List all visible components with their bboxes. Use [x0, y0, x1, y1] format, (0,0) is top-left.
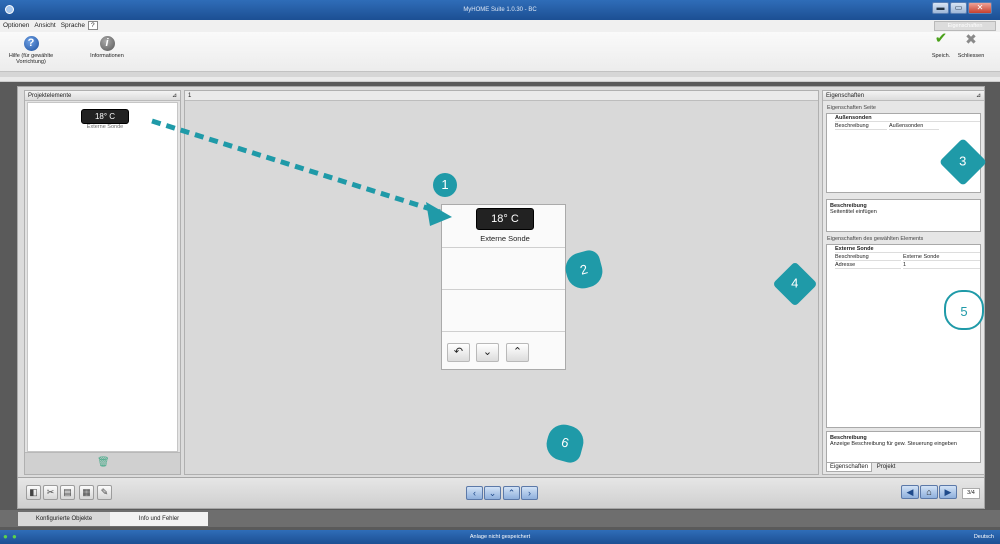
help-icon: ? — [23, 36, 39, 51]
properties-tabs: Eigenschaften Projekt — [826, 462, 899, 472]
page-props-key: Beschreibung — [835, 123, 887, 130]
description-box-element: Beschreibung Anzeige Beschreibung für ge… — [826, 431, 981, 463]
next-page-button[interactable]: › — [521, 486, 538, 500]
status-bar: ● ● Anlage nicht gespeichert Deutsch — [0, 530, 1000, 544]
status-message: Anlage nicht gespeichert — [469, 534, 531, 540]
down-nav-button[interactable]: ⌄ — [484, 486, 501, 500]
panel-title: Projektelemente — [28, 93, 72, 99]
element-externe-sonde[interactable]: 18° C Externe Sonde — [81, 109, 129, 130]
save-label: Speich. — [931, 53, 951, 59]
info-button[interactable]: i Informationen — [84, 36, 130, 59]
project-elements-panel: Projektelemente ⊿ 18° C Externe Sonde 🗑 — [24, 90, 181, 475]
cut-icon[interactable]: ✂ — [43, 485, 58, 500]
step-marker-5: 5 — [944, 290, 984, 330]
forward-arrow-icon[interactable]: ▶ — [939, 485, 957, 499]
tab-konfigurierte-objekte[interactable]: Konfigurierte Objekte — [18, 512, 110, 526]
prev-page-button[interactable]: ‹ — [466, 486, 483, 500]
close-button[interactable]: ✖ Schliessen — [954, 31, 988, 59]
step-marker-4-number: 4 — [791, 275, 799, 291]
device-divider — [442, 247, 565, 248]
tab-projekt[interactable]: Projekt — [874, 463, 899, 471]
copy-icon[interactable]: ◧ — [26, 485, 41, 500]
elem-props-value[interactable]: 1 — [903, 262, 980, 269]
help-button[interactable]: ? Hilfe (für gewählte Vorrichtung) — [2, 36, 60, 65]
page-props-group: Außensonden — [835, 115, 980, 122]
device-divider — [442, 331, 565, 332]
maximize-button[interactable]: ▭ — [950, 2, 967, 14]
menu-optionen[interactable]: Optionen — [0, 20, 31, 29]
sensor-label: Externe Sonde — [86, 124, 124, 130]
desc-text: Anzeige Beschreibung für gew. Steuerung … — [830, 441, 957, 447]
pin-icon[interactable]: ⊿ — [976, 92, 981, 99]
tab-eigenschaften[interactable]: Eigenschaften — [826, 462, 873, 472]
down-button[interactable]: ⌄ — [476, 343, 499, 362]
title-bar: MyHOME Suite 1.0.30 - BC ▬ ▭ ✕ — [0, 0, 1000, 20]
menu-sprache[interactable]: Sprache — [58, 20, 87, 29]
elem-props-group: Externe Sonde — [835, 246, 980, 253]
lower-tabs: Konfigurierte Objekte Info und Fehler — [0, 510, 1000, 527]
elem-props-key: Beschreibung — [835, 254, 901, 261]
paste-icon[interactable]: ▤ — [60, 485, 75, 500]
help-label: Hilfe (für gewählte Vorrichtung) — [8, 53, 54, 65]
up-nav-button[interactable]: ⌃ — [503, 486, 520, 500]
device-sensor[interactable]: 18° C Externe Sonde — [476, 208, 534, 243]
page-props-heading: Eigenschaften Seite — [827, 105, 876, 111]
close-label: Schliessen — [957, 53, 985, 59]
elem-props-value[interactable]: Externe Sonde — [903, 254, 980, 261]
menu-bar: Optionen Ansicht Sprache? Eigenschaften — [0, 20, 1000, 32]
element-list: 18° C Externe Sonde — [27, 102, 178, 452]
elem-props-grid: Externe Sonde Beschreibung Externe Sonde… — [826, 244, 981, 428]
window-title: MyHOME Suite 1.0.30 - BC — [463, 7, 537, 13]
desc-text: Seitentitel einfügen — [830, 209, 877, 215]
panel-header: Projektelemente ⊿ — [25, 91, 180, 101]
ribbon-footer — [0, 71, 1000, 77]
edit-icon[interactable]: ✎ — [97, 485, 112, 500]
minimize-button[interactable]: ▬ — [932, 2, 949, 14]
step-marker-1: 1 — [433, 173, 457, 197]
device-sensor-value: 18° C — [476, 208, 534, 230]
save-button[interactable]: ✔ Speich. — [928, 30, 954, 59]
panel-header: Eigenschaften ⊿ — [823, 91, 984, 101]
elem-props-heading: Eigenschaften des gewählten Elements — [827, 236, 924, 242]
elem-props-key: Adresse — [835, 262, 901, 269]
close-window-button[interactable]: ✕ — [968, 2, 992, 14]
trash-area[interactable]: 🗑 — [25, 452, 180, 474]
info-label: Informationen — [90, 53, 124, 59]
save-icon: ✔ — [934, 30, 948, 47]
menu-help[interactable]: ? — [87, 21, 98, 30]
trash-icon[interactable]: 🗑 — [97, 457, 110, 468]
page-indicator: 3/4 — [962, 488, 980, 499]
up-button[interactable]: ⌃ — [506, 343, 529, 362]
close-icon: ✖ — [965, 31, 977, 47]
page-number: 1 — [185, 91, 818, 101]
device-divider — [442, 289, 565, 290]
pin-icon[interactable]: ⊿ — [172, 92, 177, 99]
description-box-page: Beschreibung Seitentitel einfügen — [826, 199, 981, 232]
sensor-value: 18° C — [81, 109, 129, 124]
properties-title: Eigenschaften — [826, 93, 865, 99]
back-button[interactable]: ↶ — [447, 343, 470, 362]
home-icon[interactable]: ⌂ — [920, 485, 938, 499]
bottom-toolbar: ◧ ✂ ▤ ▦ ✎ ‹ ⌄ ⌃ › ◀ ⌂ ▶ 3/4 — [17, 477, 985, 509]
language-indicator: Deutsch — [973, 534, 994, 540]
info-icon: i — [99, 36, 115, 51]
tab-info-und-fehler[interactable]: Info und Fehler — [110, 512, 208, 526]
step-marker-3-number: 3 — [959, 153, 967, 169]
back-arrow-icon[interactable]: ◀ — [901, 485, 919, 499]
device-preview: 18° C Externe Sonde ↶ ⌄ ⌃ — [441, 204, 566, 370]
device-sensor-label: Externe Sonde — [480, 234, 530, 243]
grid-icon[interactable]: ▦ — [79, 485, 94, 500]
page-props-value[interactable]: Außensonden — [889, 123, 939, 130]
menu-ansicht[interactable]: Ansicht — [31, 20, 57, 29]
